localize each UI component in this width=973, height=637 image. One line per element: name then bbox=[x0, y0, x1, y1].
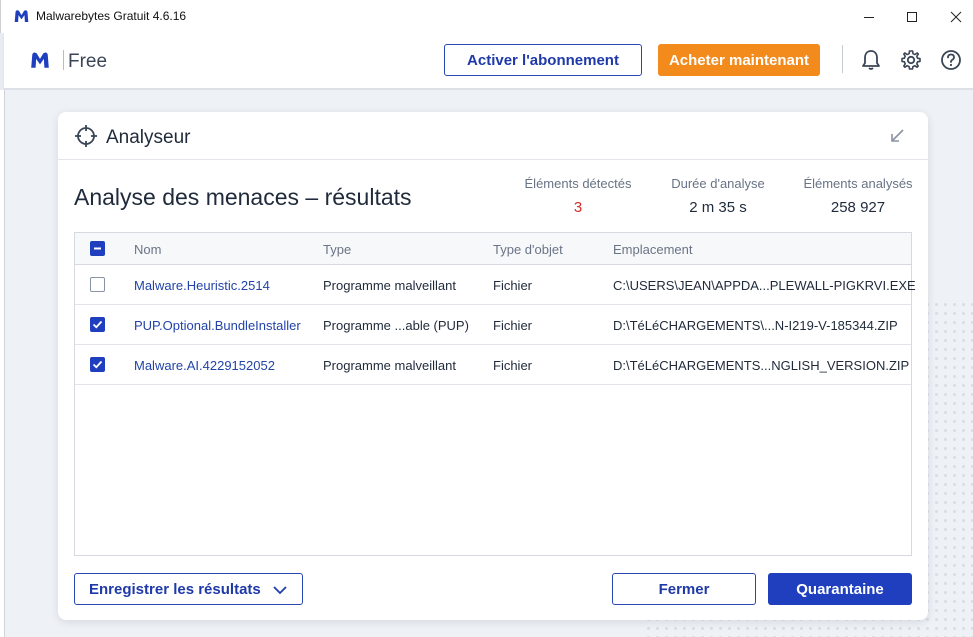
stat-duration: Durée d'analyse 2 m 35 s bbox=[664, 176, 772, 216]
column-header-type[interactable]: Type bbox=[323, 242, 351, 257]
minimize-icon bbox=[864, 16, 874, 18]
stat-duration-value: 2 m 35 s bbox=[689, 199, 747, 216]
bell-icon bbox=[862, 50, 880, 70]
threat-object-type: Fichier bbox=[493, 358, 533, 373]
stat-detected-label: Éléments détectés bbox=[524, 176, 632, 191]
malwarebytes-logo-icon bbox=[31, 52, 49, 68]
checkmark-icon bbox=[92, 320, 103, 329]
window-title: Malwarebytes Gratuit 4.6.16 bbox=[36, 9, 187, 23]
minimize-button[interactable] bbox=[849, 0, 889, 33]
threat-location: D:\TéLéCHARGEMENTS...NGLISH_VERSION.ZIP bbox=[613, 358, 910, 373]
malwarebytes-logo-icon bbox=[14, 10, 29, 22]
stat-detected: Éléments détectés 3 bbox=[518, 176, 638, 216]
stat-scanned-value: 258 927 bbox=[830, 199, 886, 216]
maximize-icon bbox=[907, 11, 917, 22]
plan-label: Free bbox=[68, 51, 108, 72]
threat-type: Programme ...able (PUP) bbox=[323, 318, 469, 333]
minus-icon bbox=[94, 247, 101, 250]
crosshair-icon bbox=[75, 125, 97, 147]
table-row[interactable]: PUP.Optional.BundleInstaller Programme .… bbox=[75, 305, 911, 345]
maximize-button[interactable] bbox=[892, 0, 932, 33]
save-results-button[interactable]: Enregistrer les résultats bbox=[74, 573, 303, 605]
column-header-object-type[interactable]: Type d'objet bbox=[493, 242, 563, 257]
threats-table: Nom Type Type d'objet Emplacement Malwar… bbox=[74, 232, 916, 556]
collapse-arrow-icon[interactable] bbox=[887, 126, 907, 146]
table-row[interactable]: Malware.AI.4229152052 Programme malveill… bbox=[75, 345, 911, 385]
threat-object-type: Fichier bbox=[493, 318, 533, 333]
window-titlebar: Malwarebytes Gratuit 4.6.16 bbox=[0, 0, 973, 33]
row-checkbox[interactable] bbox=[90, 277, 105, 292]
column-header-name[interactable]: Nom bbox=[134, 242, 161, 257]
close-icon bbox=[950, 11, 962, 22]
row-checkbox[interactable] bbox=[90, 317, 105, 332]
activate-subscription-button[interactable]: Activer l'abonnement bbox=[444, 44, 642, 76]
table-header: Nom Type Type d'objet Emplacement bbox=[75, 233, 911, 265]
logo-divider bbox=[63, 50, 64, 70]
checkmark-icon bbox=[92, 360, 103, 369]
threat-type: Programme malveillant bbox=[323, 358, 456, 373]
left-window-edge bbox=[0, 90, 5, 637]
help-button[interactable] bbox=[939, 48, 963, 72]
threat-object-type: Fichier bbox=[493, 278, 533, 293]
help-icon bbox=[941, 50, 961, 70]
header-divider bbox=[842, 45, 843, 73]
panel-title: Analyseur bbox=[106, 127, 191, 148]
row-checkbox[interactable] bbox=[90, 357, 105, 372]
threat-name[interactable]: Malware.AI.4229152052 bbox=[134, 358, 275, 373]
threat-location: C:\USERS\JEAN\APPDA...PLEWALL-PIGKRVI.EX… bbox=[613, 278, 916, 293]
close-window-button[interactable] bbox=[936, 0, 973, 33]
column-header-location[interactable]: Emplacement bbox=[613, 242, 692, 257]
quarantine-button[interactable]: Quarantaine bbox=[768, 573, 912, 605]
results-heading: Analyse des menaces – résultats bbox=[74, 184, 412, 210]
app-header: Free Activer l'abonnement Acheter mainte… bbox=[4, 33, 973, 89]
threat-location: D:\TéLéCHARGEMENTS\...N-I219-V-185344.ZI… bbox=[613, 318, 898, 333]
gear-icon bbox=[901, 50, 921, 70]
threat-name[interactable]: Malware.Heuristic.2514 bbox=[134, 278, 270, 293]
save-results-label: Enregistrer les résultats bbox=[89, 580, 261, 598]
settings-button[interactable] bbox=[899, 48, 923, 72]
buy-now-button[interactable]: Acheter maintenant bbox=[658, 44, 820, 76]
chevron-down-icon bbox=[273, 586, 287, 595]
panel-header: Analyseur bbox=[58, 112, 928, 160]
threat-type: Programme malveillant bbox=[323, 278, 456, 293]
stat-scanned: Éléments analysés 258 927 bbox=[800, 176, 916, 216]
close-button[interactable]: Fermer bbox=[612, 573, 756, 605]
select-all-checkbox[interactable] bbox=[90, 241, 105, 256]
notifications-button[interactable] bbox=[859, 48, 883, 72]
stat-scanned-label: Éléments analysés bbox=[803, 176, 913, 191]
stat-duration-label: Durée d'analyse bbox=[671, 176, 765, 191]
scanner-results-panel: Analyseur Analyse des menaces – résultat… bbox=[58, 112, 928, 620]
stat-detected-value: 3 bbox=[573, 199, 583, 216]
threat-name[interactable]: PUP.Optional.BundleInstaller bbox=[134, 318, 301, 333]
table-row[interactable]: Malware.Heuristic.2514 Programme malveil… bbox=[75, 265, 916, 305]
